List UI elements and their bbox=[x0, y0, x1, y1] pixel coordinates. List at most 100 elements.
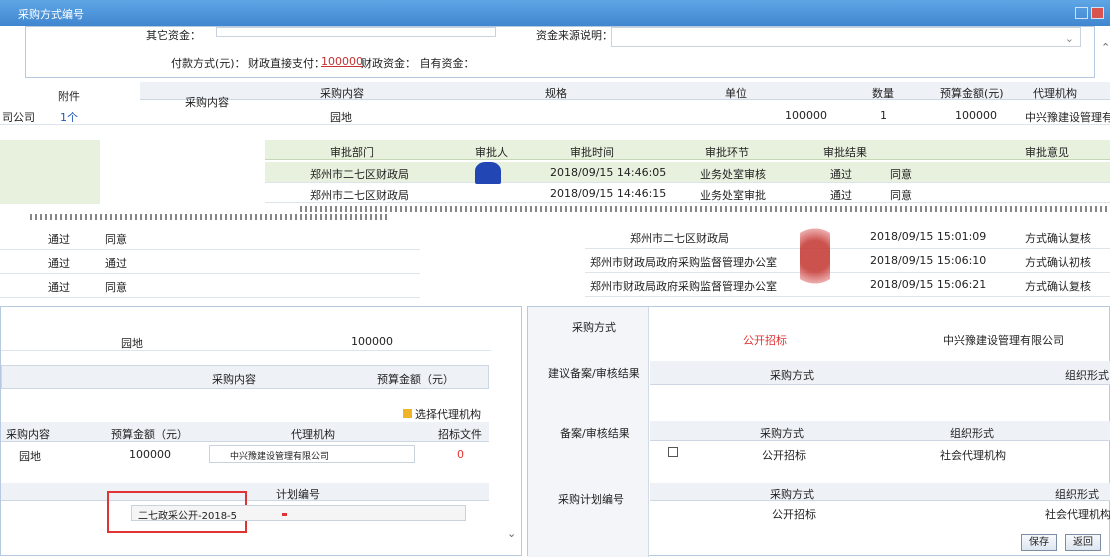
col-form: 组织形式 bbox=[1055, 488, 1099, 501]
col-budget: 预算金额（元） bbox=[111, 428, 188, 441]
row-time: 2018/09/15 15:01:09 bbox=[870, 230, 987, 243]
approval-fragment-left: 通过 同意 通过 通过 通过 同意 bbox=[0, 212, 420, 300]
col-method: 采购方式 bbox=[770, 369, 814, 382]
row-method: 公开招标 bbox=[762, 449, 806, 462]
suggest-header: 采购方式 组织形式 bbox=[650, 361, 1110, 385]
row-time: 2018/09/15 15:06:21 bbox=[870, 278, 987, 291]
row-left-cell: 司公司 bbox=[2, 111, 35, 124]
other-funds-input[interactable] bbox=[216, 27, 496, 37]
row-opinion: 同意 bbox=[105, 233, 127, 246]
payment-direct-label: 财政直接支付： bbox=[248, 57, 325, 70]
payment-amount-link[interactable]: 100000 bbox=[321, 55, 363, 68]
section-header: 采购内容 预算金额（元） bbox=[1, 365, 489, 389]
back-button[interactable]: 返回 bbox=[1065, 534, 1101, 551]
row-time: 2018/09/15 15:06:10 bbox=[870, 254, 987, 267]
col-spec: 规格 bbox=[545, 87, 567, 100]
row-form: 社会代理机构 bbox=[940, 449, 1006, 462]
close-button[interactable] bbox=[1091, 7, 1104, 19]
row-step: 业务处室审批 bbox=[700, 189, 766, 202]
col-form: 组织形式 bbox=[950, 427, 994, 440]
row-quantity: 1 bbox=[880, 109, 887, 122]
row-budget: 100000 bbox=[955, 109, 997, 122]
col-budget: 预算金额(元) bbox=[940, 87, 1004, 100]
payment-other-label: 财政资金： 自有资金： bbox=[361, 57, 475, 70]
row-dept: 郑州市财政局政府采购监督管理办公室 bbox=[590, 280, 777, 293]
other-funds-label: 其它资金： bbox=[146, 29, 201, 42]
fund-source-label: 资金来源说明： bbox=[536, 29, 613, 42]
row-opinion: 同意 bbox=[105, 281, 127, 294]
fund-source-input[interactable]: ⌄ bbox=[611, 27, 1081, 47]
table-row: 郑州市二七区财政局 2018/09/15 15:01:09 方式确认复核 bbox=[585, 226, 1110, 249]
table-row: 通过 通过 bbox=[0, 251, 420, 274]
row-time: 2018/09/15 14:46:05 bbox=[550, 166, 667, 179]
scroll-up-icon[interactable]: ⌃ bbox=[1101, 41, 1110, 54]
col-time: 审批时间 bbox=[570, 146, 614, 159]
right-lower-pane: 采购方式 公开招标 中兴豫建设管理有限公司 建议备案/审核结果 采购方式 组织形… bbox=[527, 306, 1110, 557]
plan-number-label: 计划编号 bbox=[276, 488, 320, 501]
plan-number-input[interactable]: 二七政采公开-2018-5 bbox=[131, 505, 466, 522]
table-row: 郑州市财政局政府采购监督管理办公室 2018/09/15 15:06:21 方式… bbox=[585, 274, 1110, 297]
row-dept: 郑州市二七区财政局 bbox=[310, 189, 409, 202]
row-opinion: 同意 bbox=[890, 189, 912, 202]
row-step: 方式确认复核 bbox=[1025, 280, 1091, 293]
window-title: 采购方式编号 bbox=[18, 8, 84, 21]
row-step: 方式确认复核 bbox=[1025, 232, 1091, 245]
col-agency: 代理机构 bbox=[1033, 87, 1077, 100]
row-agency: 中兴豫建设管理有限 bbox=[1025, 111, 1110, 124]
col-step: 审批环节 bbox=[705, 146, 749, 159]
table-row: 园地 100000 中兴豫建设管理有限公司 0 bbox=[1, 444, 489, 466]
signature-stamp bbox=[800, 220, 830, 292]
col-method: 采购方式 bbox=[770, 488, 814, 501]
row-content: 园地 bbox=[19, 450, 41, 463]
save-button[interactable]: 保存 bbox=[1021, 534, 1057, 551]
window-titlebar: 采购方式编号 bbox=[0, 0, 1110, 26]
approval-header: 审批部门 审批人 审批时间 审批环节 审批结果 审批意见 bbox=[265, 140, 1110, 160]
filing-header: 采购方式 组织形式 bbox=[650, 421, 1110, 441]
table-row: 园地 100000 bbox=[1, 331, 491, 351]
agency-select[interactable]: 中兴豫建设管理有限公司 bbox=[209, 445, 415, 463]
choose-agency-button[interactable]: 选择代理机构 bbox=[403, 406, 481, 422]
row-checkbox[interactable] bbox=[668, 447, 678, 457]
col-dept: 审批部门 bbox=[330, 146, 374, 159]
row-method: 公开招标 bbox=[772, 508, 816, 521]
col-agency: 代理机构 bbox=[291, 428, 335, 441]
col-result: 审批结果 bbox=[823, 146, 867, 159]
col-opinion: 审批意见 bbox=[1025, 146, 1069, 159]
col-unit: 单位 bbox=[725, 87, 747, 100]
table-row: 郑州市二七区财政局 2018/09/15 14:46:05 业务处室审核 通过 … bbox=[265, 162, 1110, 184]
row-result: 通过 bbox=[830, 168, 852, 181]
plan-label: 采购计划编号 bbox=[558, 493, 624, 506]
row-time: 2018/09/15 14:46:15 bbox=[550, 187, 667, 200]
cursor-mark bbox=[282, 513, 287, 516]
row-dept: 郑州市财政局政府采购监督管理办公室 bbox=[590, 256, 777, 269]
section-content-label: 采购内容 bbox=[212, 373, 256, 386]
row-dept: 郑州市二七区财政局 bbox=[630, 232, 729, 245]
table-row: 郑州市财政局政府采购监督管理办公室 2018/09/15 15:06:10 方式… bbox=[585, 250, 1110, 273]
agency-value: 中兴豫建设管理有限公司 bbox=[943, 334, 1064, 347]
attachment-count-link[interactable]: 1个 bbox=[60, 109, 78, 125]
table-row: 通过 同意 bbox=[0, 275, 420, 298]
plan-table-header: 采购方式 组织形式 bbox=[650, 483, 1110, 501]
row-result: 通过 bbox=[830, 189, 852, 202]
row-opinion: 同意 bbox=[890, 168, 912, 181]
approval-left-strip bbox=[0, 140, 100, 204]
col-purchase-content: 采购内容 bbox=[320, 87, 364, 100]
render-artifact bbox=[30, 214, 390, 220]
row-dept: 郑州市二七区财政局 bbox=[310, 168, 409, 181]
section-budget-label: 预算金额（元） bbox=[377, 373, 454, 386]
row-content: 园地 bbox=[330, 111, 352, 124]
row-amount: 100000 bbox=[785, 109, 827, 122]
col-form: 组织形式 bbox=[1065, 369, 1109, 382]
agency-value: 中兴豫建设管理有限公司 bbox=[230, 452, 330, 462]
maximize-button[interactable] bbox=[1075, 7, 1088, 19]
item-table-header: 采购内容 规格 单位 数量 预算金额(元) 代理机构 bbox=[140, 82, 1110, 100]
bid-file-count[interactable]: 0 bbox=[457, 448, 464, 461]
top-form: 其它资金： 资金来源说明： ⌄ 付款方式(元)： 财政直接支付： 100000 … bbox=[25, 26, 1110, 78]
col-content: 采购内容 bbox=[6, 428, 50, 441]
col-quantity: 数量 bbox=[872, 87, 894, 100]
col-file: 招标文件 bbox=[438, 428, 482, 441]
row-result: 通过 bbox=[48, 281, 70, 294]
chevron-down-icon[interactable]: ⌄ bbox=[507, 527, 516, 540]
choose-agency-label: 选择代理机构 bbox=[415, 408, 481, 421]
chevron-down-icon: ⌄ bbox=[1064, 32, 1074, 45]
